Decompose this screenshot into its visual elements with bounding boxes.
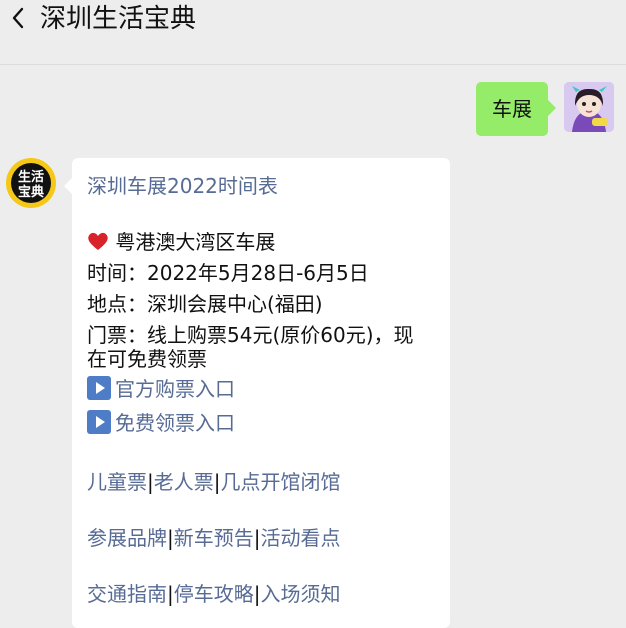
link-children-ticket[interactable]: 儿童票 — [87, 470, 147, 494]
link-senior-ticket[interactable]: 老人票 — [154, 470, 214, 494]
link-event-highlights[interactable]: 活动看点 — [261, 526, 341, 550]
outgoing-message-bubble[interactable]: 车展 — [476, 82, 556, 136]
links-row-3: 交通指南|停车攻略|入场须知 — [87, 579, 341, 610]
bot-avatar-text-bottom: 宝典 — [18, 184, 44, 200]
free-ticket-row[interactable]: 免费领票入口 — [87, 408, 235, 439]
separator: | — [253, 582, 261, 606]
links-row-2: 参展品牌|新车预告|活动看点 — [87, 523, 341, 554]
place-line: 地点：深圳会展中心(福田) — [87, 292, 323, 316]
ticket-line-2: 在可免费领票 — [87, 347, 207, 371]
links-row-1: 儿童票|老人票|几点开馆闭馆 — [87, 467, 341, 498]
link-entry-notice[interactable]: 入场须知 — [261, 582, 341, 606]
separator: | — [253, 526, 261, 550]
separator: | — [167, 582, 174, 606]
play-button-icon — [87, 410, 111, 434]
link-parking-guide[interactable]: 停车攻略 — [174, 582, 254, 606]
separator: | — [167, 526, 174, 550]
play-button-icon — [87, 376, 111, 400]
link-new-car-preview[interactable]: 新车预告 — [174, 526, 254, 550]
outgoing-message-row: 车展 — [476, 82, 614, 136]
separator: | — [147, 470, 154, 494]
link-exhibiting-brands[interactable]: 参展品牌 — [87, 526, 167, 550]
back-arrow-icon[interactable] — [6, 4, 30, 32]
bot-avatar[interactable]: 生活 宝典 — [5, 157, 57, 209]
free-ticket-link[interactable]: 免费领票入口 — [115, 411, 235, 435]
time-line: 时间：2022年5月28日-6月5日 — [87, 261, 369, 285]
official-ticket-link[interactable]: 官方购票入口 — [115, 377, 235, 401]
link-opening-hours[interactable]: 几点开馆闭馆 — [221, 470, 341, 494]
event-name: 粤港澳大湾区车展 — [115, 230, 276, 254]
official-ticket-row[interactable]: 官方购票入口 — [87, 374, 235, 405]
chat-title: 深圳生活宝典 — [40, 4, 197, 34]
separator: | — [213, 470, 221, 494]
user-avatar[interactable] — [564, 82, 614, 132]
heart-icon — [87, 230, 109, 254]
event-name-line: 粤港澳大湾区车展 — [87, 227, 275, 258]
heading-link[interactable]: 深圳车展2022时间表 — [87, 171, 278, 202]
bot-avatar-text-top: 生活 — [18, 169, 44, 185]
link-transport-guide[interactable]: 交通指南 — [87, 582, 167, 606]
chat-header: 深圳生活宝典 — [0, 0, 626, 65]
reply-message-bubble: 深圳车展2022时间表 粤港澳大湾区车展 时间：2022年5月28日-6月5日 … — [64, 158, 450, 628]
